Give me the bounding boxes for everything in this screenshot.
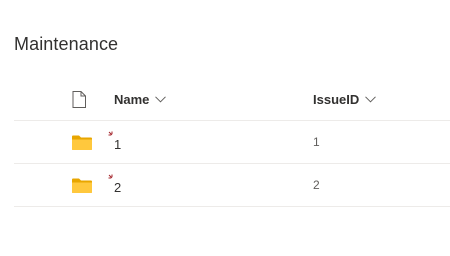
new-item-icon: [108, 174, 113, 178]
column-header-issueid[interactable]: IssueID: [313, 78, 377, 120]
folder-icon: [72, 178, 92, 193]
table-row[interactable]: 2 2: [14, 164, 450, 207]
column-header-name[interactable]: Name: [114, 78, 167, 120]
issueid-value: 1: [313, 135, 320, 149]
table-row[interactable]: 1 1: [14, 121, 450, 164]
item-name-link[interactable]: 2: [108, 174, 122, 195]
row-type-cell: [72, 121, 96, 163]
new-item-icon: [108, 131, 113, 135]
chevron-down-icon: [365, 96, 377, 103]
folder-icon: [72, 135, 92, 150]
item-name: 2: [114, 179, 122, 195]
issueid-value: 2: [313, 178, 320, 192]
list-header: Name IssueID: [14, 78, 450, 121]
row-name-cell[interactable]: 1: [108, 121, 122, 163]
column-header-type[interactable]: [72, 78, 96, 120]
chevron-down-icon: [155, 96, 167, 103]
column-header-name-label: Name: [114, 91, 150, 107]
page-title: Maintenance: [14, 34, 119, 54]
column-header-issueid-label: IssueID: [313, 91, 360, 107]
file-icon: [72, 90, 86, 108]
item-name: 1: [114, 136, 122, 152]
item-name-link[interactable]: 1: [108, 131, 122, 152]
row-type-cell: [72, 164, 96, 206]
document-list: Name IssueID 1 1 2 2: [14, 78, 450, 207]
row-issueid-cell: 2: [313, 164, 320, 206]
row-issueid-cell: 1: [313, 121, 320, 163]
row-name-cell[interactable]: 2: [108, 164, 122, 206]
